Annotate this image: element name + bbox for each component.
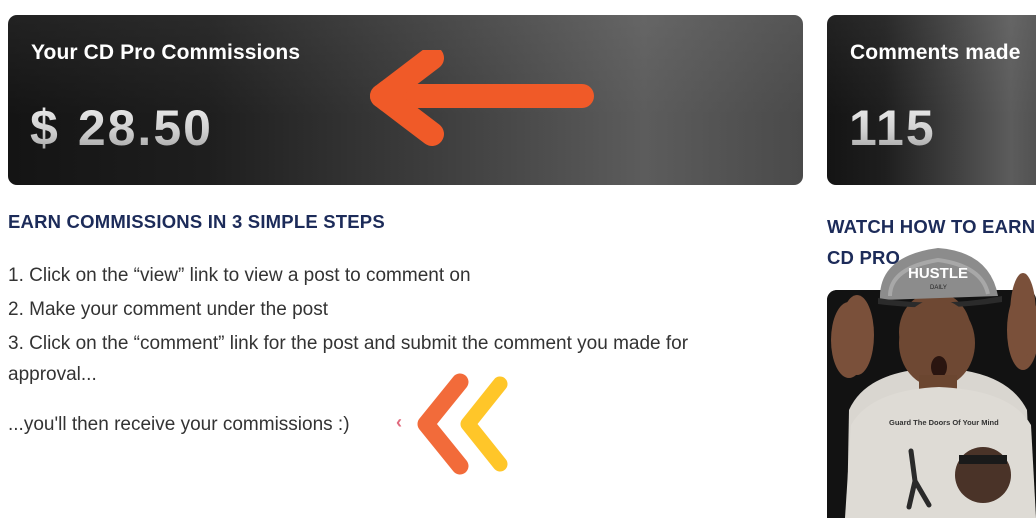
comments-card: Comments made 115 (827, 15, 1036, 185)
commissions-title: Your CD Pro Commissions (31, 41, 301, 64)
watch-heading: WATCH HOW TO EARN CD PRO (827, 216, 1036, 268)
small-chevron-left-icon: ‹ (396, 412, 402, 432)
commissions-card: Your CD Pro Commissions $28.50 (8, 15, 803, 185)
currency-symbol: $ (30, 100, 60, 156)
step-item: 1. Click on the “view” link to view a po… (8, 265, 471, 286)
comments-count: 115 (849, 100, 936, 156)
svg-text:Guard The Doors Of Your Mind: Guard The Doors Of Your Mind (887, 415, 997, 424)
closing-text: ...you'll then receive your commissions … (8, 414, 350, 435)
step-item: 3. Click on the “comment” link for the p… (8, 333, 689, 385)
video-player[interactable]: Guard The Doors Of Your Mind (827, 290, 1036, 518)
step-item: 2. Make your comment under the post (8, 299, 328, 320)
comments-title: Comments made (850, 41, 1021, 64)
steps-heading: EARN COMMISSIONS IN 3 SIMPLE STEPS (8, 211, 385, 232)
commissions-value: 28.50 (77, 100, 213, 156)
commissions-amount: $28.50 (30, 99, 213, 157)
presenter-video-frame: Guard The Doors Of Your Mind (827, 290, 1036, 518)
